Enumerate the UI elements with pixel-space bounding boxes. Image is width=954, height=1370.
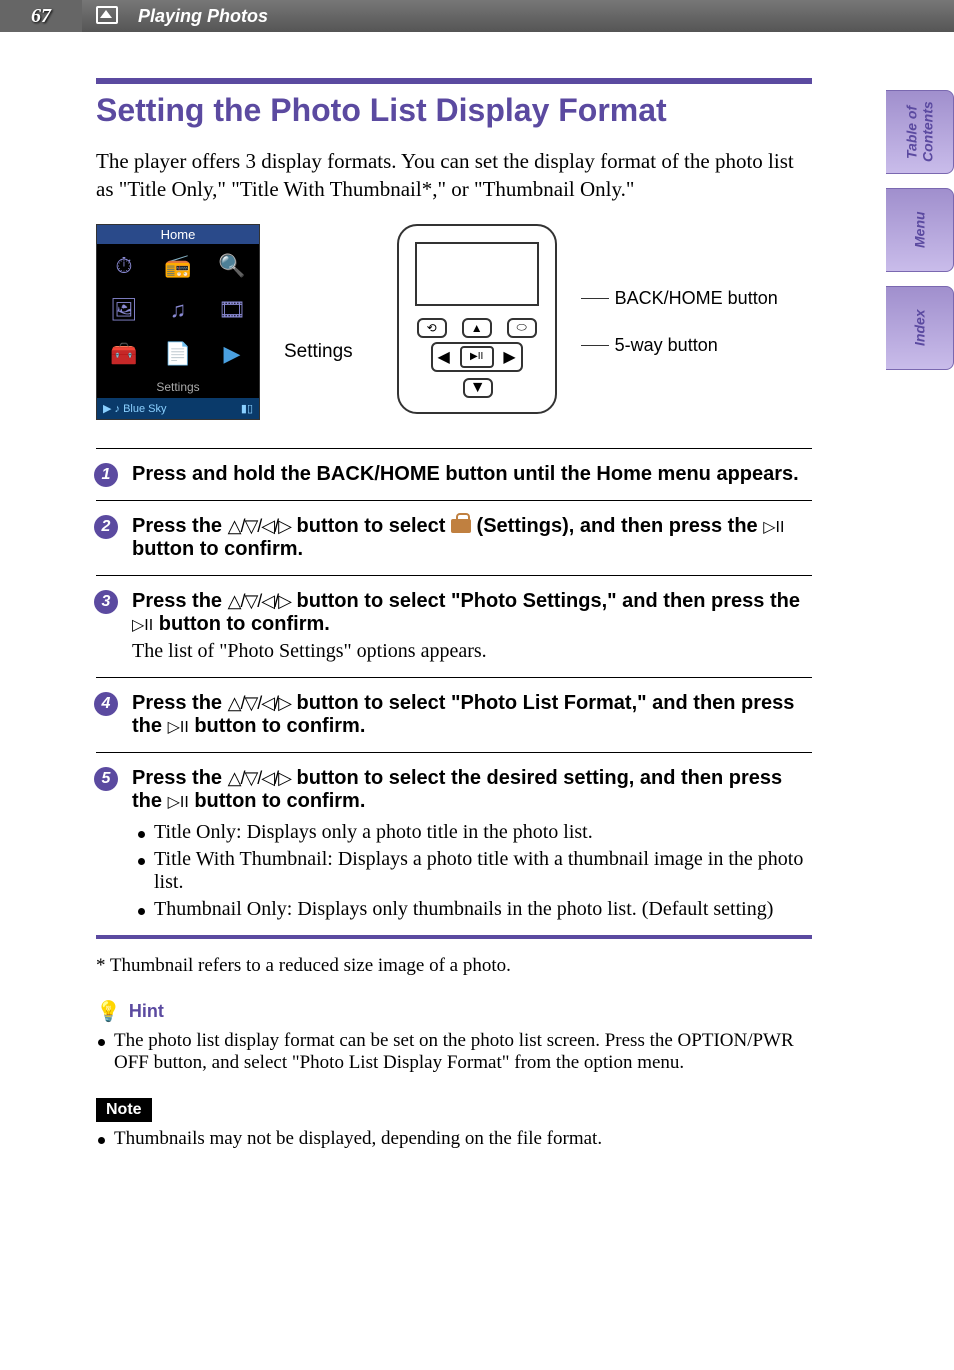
note-label: Note — [96, 1098, 152, 1122]
left-arrow-icon: ◀ — [438, 347, 450, 367]
battery-icon: ▮▯ — [241, 402, 253, 415]
nowplaying-icon: ▶ — [205, 332, 259, 376]
play-symbol: ▷II — [763, 519, 784, 536]
bullet-title-thumb: Title With Thumbnail: Displays a photo t… — [132, 848, 812, 894]
tab-index[interactable]: Index — [886, 286, 954, 370]
play-pause-icon: ▶II — [460, 346, 494, 368]
step-5-bullets: Title Only: Displays only a photo title … — [132, 821, 812, 921]
device-labels: BACK/HOME button 5-way button — [581, 288, 778, 356]
nav-symbol: △/▽/◁/▷ — [228, 516, 291, 536]
step-5: 5 Press the △/▽/◁/▷ button to select the… — [96, 752, 812, 939]
step-num-3: 3 — [94, 590, 118, 614]
step-4: 4 Press the △/▽/◁/▷ button to select "Ph… — [96, 677, 812, 752]
step-1: 1 Press and hold the BACK/HOME button un… — [96, 448, 812, 500]
five-way-label: 5-way button — [581, 335, 778, 356]
clock-icon: ⏱ — [97, 244, 151, 288]
step-2-head: Press the △/▽/◁/▷ button to select (Sett… — [132, 515, 812, 561]
step-3-sub: The list of "Photo Settings" options app… — [132, 640, 812, 663]
step-num-4: 4 — [94, 692, 118, 716]
intro-text: The player offers 3 display formats. You… — [96, 147, 812, 204]
home-settings-label: Settings — [97, 376, 259, 398]
down-button-icon: ▼ — [463, 378, 493, 398]
side-tabs: Table of Contents Menu Index — [886, 90, 954, 370]
tab-toc[interactable]: Table of Contents — [886, 90, 954, 174]
note-body: Thumbnails may not be displayed, dependi… — [96, 1128, 812, 1150]
hint-body: The photo list display format can be set… — [96, 1030, 812, 1074]
bullet-thumb-only: Thumbnail Only: Displays only thumbnails… — [132, 898, 812, 921]
device-diagram: ⟲ ▲ ⬭ ◀ ▶II ▶ ▼ — [397, 224, 557, 414]
right-arrow-icon: ▶ — [503, 347, 515, 367]
option-button-icon: ⬭ — [507, 318, 537, 338]
search-icon: 🔍 — [205, 244, 259, 288]
settings-callout: Settings — [284, 341, 353, 363]
play-symbol: ▷II — [132, 617, 153, 634]
back-button-icon: ⟲ — [417, 318, 447, 338]
nav-symbol: △/▽/◁/▷ — [228, 591, 291, 611]
step-4-head: Press the △/▽/◁/▷ button to select "Phot… — [132, 692, 812, 738]
playlist-icon: 📄 — [151, 332, 205, 376]
play-symbol: ▷II — [168, 719, 189, 736]
step-num-1: 1 — [94, 463, 118, 487]
radio-icon: 📻 — [151, 244, 205, 288]
step-3: 3 Press the △/▽/◁/▷ button to select "Ph… — [96, 575, 812, 677]
settings-toolbox-icon: 🧰 — [97, 332, 151, 376]
page-title: Setting the Photo List Display Format — [96, 92, 812, 129]
play-symbol: ▷II — [168, 794, 189, 811]
back-home-label: BACK/HOME button — [581, 288, 778, 309]
photo-grid-icon: 🖼 — [97, 288, 151, 332]
step-num-2: 2 — [94, 515, 118, 539]
settings-toolbox-inline-icon — [451, 519, 471, 533]
step-num-5: 5 — [94, 767, 118, 791]
step-2: 2 Press the △/▽/◁/▷ button to select (Se… — [96, 500, 812, 575]
header-bar: 67 Playing Photos — [0, 0, 954, 32]
top-rule — [96, 78, 812, 84]
tab-menu[interactable]: Menu — [886, 188, 954, 272]
step-5-head: Press the △/▽/◁/▷ button to select the d… — [132, 767, 812, 813]
five-way-row: ◀ ▶II ▶ — [431, 342, 523, 372]
device-screen — [415, 242, 539, 306]
section-title: Playing Photos — [138, 0, 268, 32]
photo-icon — [96, 6, 118, 24]
home-menu-screenshot: Home ⏱ 📻 🔍 🖼 ♫ 🎞 🧰 📄 ▶ Settings ▶ ♪ Blue… — [96, 224, 260, 420]
footnote: * Thumbnail refers to a reduced size ima… — [96, 955, 812, 977]
music-icon: ♫ — [151, 288, 205, 332]
nav-symbol: △/▽/◁/▷ — [228, 693, 291, 713]
step-1-head: Press and hold the BACK/HOME button unti… — [132, 463, 812, 486]
page-number: 67 — [0, 0, 82, 32]
now-playing-track: ▶ ♪ Blue Sky — [103, 402, 167, 415]
up-button-icon: ▲ — [462, 318, 492, 338]
step-3-head: Press the △/▽/◁/▷ button to select "Phot… — [132, 590, 812, 636]
nav-symbol: △/▽/◁/▷ — [228, 768, 291, 788]
hint-label: Hint — [129, 1001, 164, 1022]
video-icon: 🎞 — [205, 288, 259, 332]
home-title: Home — [97, 225, 259, 244]
bullet-title-only: Title Only: Displays only a photo title … — [132, 821, 812, 844]
lightbulb-icon: 💡 — [96, 999, 121, 1024]
